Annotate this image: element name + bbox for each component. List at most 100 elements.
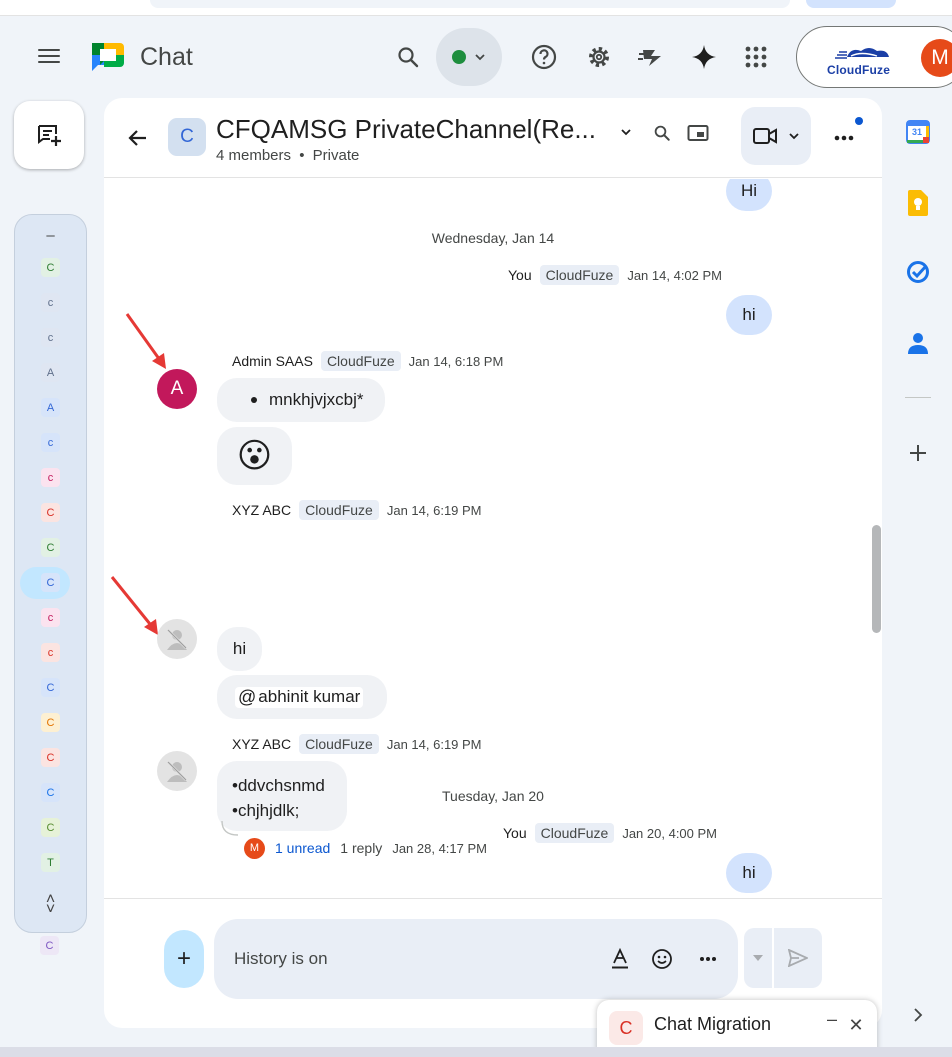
thread-summary[interactable]: M 1 unread 1 reply Jan 28, 4:17 PM — [244, 835, 487, 861]
settings-button[interactable] — [581, 39, 617, 75]
account-avatar[interactable]: M — [921, 39, 952, 77]
anonymous-user-icon — [167, 629, 187, 650]
thread-unread-link[interactable]: 1 unread — [275, 840, 330, 856]
plus-icon — [910, 445, 926, 461]
keep-icon — [908, 190, 928, 216]
annotation-arrow-icon — [125, 313, 166, 369]
space-menu-button[interactable] — [616, 122, 636, 142]
conversation-panel: C CFQAMSG PrivateChannel(Re... 4 members… — [104, 98, 882, 1028]
rail-item[interactable]: C — [41, 678, 60, 697]
smiley-icon — [652, 949, 672, 969]
emoji-message[interactable]: 😮 — [217, 427, 292, 485]
rail-item-extra[interactable]: C — [40, 936, 59, 955]
browser-top-strip — [0, 0, 952, 16]
expand-side-panel-button[interactable] — [905, 1002, 931, 1028]
rail-item[interactable]: C — [41, 748, 60, 767]
message-bubble[interactable]: @ abhinit kumar — [217, 675, 387, 719]
sender-avatar[interactable]: A — [157, 369, 197, 409]
gemini-button[interactable] — [686, 39, 722, 75]
tasks-app-button[interactable] — [903, 257, 933, 287]
anonymous-avatar[interactable] — [157, 619, 197, 659]
message-meta: XYZ ABC CloudFuze Jan 14, 6:19 PM — [232, 734, 482, 754]
search-icon — [654, 125, 670, 141]
rail-collapse-button[interactable]: – — [15, 227, 86, 244]
status-button[interactable] — [436, 28, 502, 86]
main-menu-button[interactable] — [34, 45, 64, 71]
calendar-app-button[interactable]: 31 — [903, 117, 933, 147]
caret-down-icon — [753, 955, 763, 961]
more-composer-options-button[interactable] — [694, 945, 722, 973]
apps-button[interactable] — [738, 39, 774, 75]
sender-name[interactable]: XYZ ABC — [232, 502, 291, 518]
open-in-popup-button[interactable] — [681, 116, 715, 150]
rail-item[interactable]: A — [41, 398, 60, 417]
message-bubble-self[interactable]: hi — [726, 295, 772, 335]
emoji-button[interactable] — [648, 945, 676, 973]
subtitle-separator: • — [299, 147, 305, 164]
rail-item[interactable]: c — [41, 433, 60, 452]
thread-reply-count[interactable]: 1 reply — [340, 840, 382, 856]
chat-logo-icon — [92, 43, 124, 71]
arrow-left-icon — [128, 130, 146, 146]
user-mention-chip[interactable]: @ abhinit kumar — [235, 686, 364, 708]
search-button[interactable] — [390, 39, 426, 75]
rail-item[interactable]: C — [41, 538, 60, 557]
message-list: Hi Wednesday, Jan 14 You CloudFuze Jan 1… — [104, 179, 882, 898]
message-bubble[interactable]: mnkhjvjxcbj* — [217, 378, 385, 422]
message-meta-self: You CloudFuze Jan 14, 4:02 PM — [508, 265, 722, 285]
rail-expand-button[interactable]: ˄ ˅ — [15, 892, 86, 918]
rail-item[interactable]: c — [41, 643, 60, 662]
send-options-button[interactable] — [744, 928, 772, 988]
back-button[interactable] — [122, 122, 154, 154]
message-bubble[interactable]: hi — [217, 627, 262, 671]
send-button[interactable] — [774, 928, 822, 988]
rail-item[interactable]: C — [41, 783, 60, 802]
rail-item[interactable]: T — [41, 853, 60, 872]
rail-item[interactable]: C — [41, 818, 60, 837]
send-controls — [744, 928, 822, 988]
message-input-placeholder: History is on — [234, 949, 328, 968]
anonymous-avatar[interactable] — [157, 751, 197, 791]
space-title[interactable]: CFQAMSG PrivateChannel(Re... — [216, 114, 596, 145]
chevron-down-icon — [621, 129, 631, 136]
account-switcher[interactable]: CloudFuze M — [796, 26, 952, 88]
rail-item[interactable]: C — [41, 573, 60, 592]
sender-name: You — [503, 825, 527, 841]
close-icon[interactable]: ✕ — [845, 1014, 867, 1036]
message-input[interactable]: History is on — [214, 919, 738, 999]
speed-icon — [638, 50, 661, 66]
member-count[interactable]: 4 members — [216, 147, 291, 164]
rail-item[interactable]: c — [41, 328, 60, 347]
right-rail-divider — [905, 397, 931, 398]
new-chat-button[interactable] — [14, 101, 84, 169]
rail-item[interactable]: c — [41, 468, 60, 487]
message-bubble-self[interactable]: hi — [726, 853, 772, 893]
format-text-button[interactable] — [606, 945, 634, 973]
shortcuts-button[interactable] — [633, 39, 669, 75]
rail-item[interactable]: C — [41, 713, 60, 732]
message-time: Jan 14, 6:19 PM — [386, 736, 482, 752]
add-attachment-button[interactable]: + — [164, 930, 204, 988]
keep-app-button[interactable] — [903, 188, 933, 218]
message-bubble-self[interactable]: Hi — [726, 179, 772, 211]
more-options-button[interactable] — [826, 120, 862, 156]
help-button[interactable] — [526, 39, 562, 75]
rail-item[interactable]: c — [41, 608, 60, 627]
sender-name[interactable]: Admin SAAS — [232, 353, 313, 369]
popup-title[interactable]: Chat Migration — [654, 1014, 771, 1035]
video-meeting-button[interactable] — [741, 107, 811, 165]
rail-item[interactable]: A — [41, 363, 60, 382]
minimize-button[interactable]: – — [821, 1008, 843, 1030]
rail-item[interactable]: c — [41, 293, 60, 312]
rail-item[interactable]: C — [41, 258, 60, 277]
contacts-app-button[interactable] — [903, 328, 933, 358]
get-addons-button[interactable] — [903, 438, 933, 468]
message-scrollbar[interactable] — [872, 525, 881, 633]
search-in-space-button[interactable] — [645, 116, 679, 150]
sender-name[interactable]: XYZ ABC — [232, 736, 291, 752]
org-name: CloudFuze — [827, 63, 891, 77]
bullet-dot — [251, 397, 257, 403]
gear-icon — [589, 47, 609, 67]
rail-item[interactable]: C — [41, 503, 60, 522]
apps-grid-icon — [745, 46, 767, 68]
